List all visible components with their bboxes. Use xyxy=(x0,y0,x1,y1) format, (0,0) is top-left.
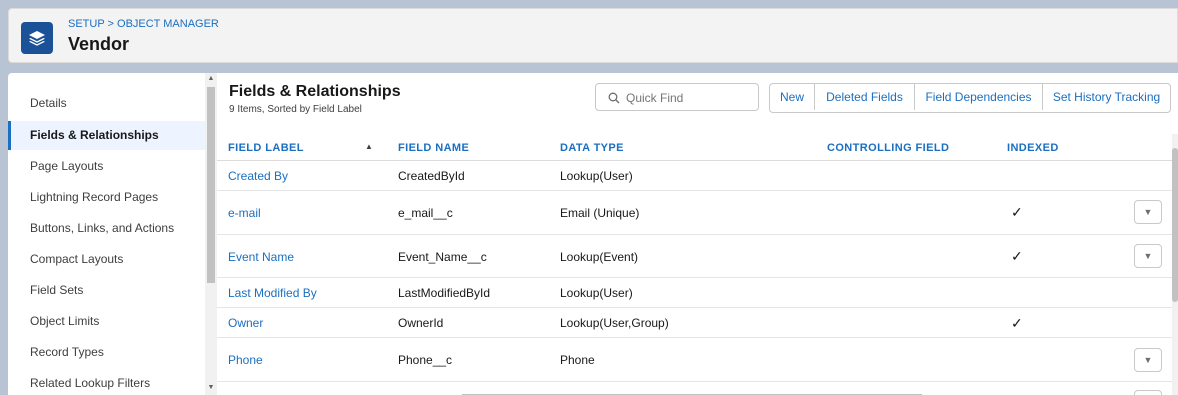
sort-ascending-icon[interactable]: ▲ xyxy=(365,142,373,151)
data-type: Lookup(User) xyxy=(560,286,633,300)
table-row: Phone Phone__c Phone ▼ xyxy=(217,338,1172,382)
breadcrumb[interactable]: SETUP > OBJECT MANAGER xyxy=(68,18,219,30)
data-type: Email (Unique) xyxy=(560,206,640,220)
stack-layers-icon xyxy=(21,22,53,54)
field-dependencies-button[interactable]: Field Dependencies xyxy=(914,84,1042,110)
field-label-link[interactable]: e-mail xyxy=(228,206,261,220)
sidebar-item-field-sets[interactable]: Field Sets xyxy=(8,276,205,305)
column-header-field-label[interactable]: FIELD LABEL xyxy=(228,142,304,154)
sidebar-item-lightning-record-pages[interactable]: Lightning Record Pages xyxy=(8,183,205,212)
table-scrollbar[interactable] xyxy=(1172,134,1178,395)
table-row: Event Name Event_Name__c Lookup(Event) ✓… xyxy=(217,235,1172,278)
row-actions-button[interactable]: ▼ xyxy=(1134,348,1162,372)
sidebar-scrollbar-thumb[interactable] xyxy=(207,87,215,283)
sidebar-item-buttons-links-actions[interactable]: Buttons, Links, and Actions xyxy=(8,214,205,243)
chevron-down-icon: ▼ xyxy=(1143,251,1153,261)
set-history-tracking-button[interactable]: Set History Tracking xyxy=(1042,84,1170,110)
field-name: CreatedById xyxy=(398,169,465,183)
table-row: Created By CreatedById Lookup(User) xyxy=(217,161,1172,191)
field-label-link[interactable]: Last Modified By xyxy=(228,286,317,300)
field-name: Event_Name__c xyxy=(398,250,487,264)
search-icon xyxy=(608,92,620,104)
toolbar-button-group: New Deleted Fields Field Dependencies Se… xyxy=(769,83,1171,113)
table-row: Owner OwnerId Lookup(User,Group) ✓ xyxy=(217,308,1172,338)
section-title: Fields & Relationships xyxy=(229,83,401,100)
deleted-fields-button[interactable]: Deleted Fields xyxy=(814,84,914,110)
column-header-data-type[interactable]: DATA TYPE xyxy=(560,142,624,154)
sidebar-item-page-layouts[interactable]: Page Layouts xyxy=(8,152,205,181)
row-actions-button[interactable] xyxy=(1134,390,1162,395)
chevron-down-icon: ▼ xyxy=(1143,207,1153,217)
data-type: Lookup(User,Group) xyxy=(560,316,669,330)
chevron-down-icon: ▼ xyxy=(1143,355,1153,365)
scroll-up-arrow-icon[interactable]: ▲ xyxy=(205,75,217,82)
page-title: Vendor xyxy=(68,34,130,54)
data-type: Phone xyxy=(560,353,595,367)
main-panel: Details Fields & Relationships Page Layo… xyxy=(8,73,1178,395)
sidebar-item-record-types[interactable]: Record Types xyxy=(8,338,205,367)
new-button[interactable]: New xyxy=(770,84,814,110)
sidebar-item-compact-layouts[interactable]: Compact Layouts xyxy=(8,245,205,274)
sidebar-scrollbar[interactable]: ▲ ▼ xyxy=(205,73,217,395)
object-header: SETUP > OBJECT MANAGER Vendor xyxy=(8,8,1178,63)
row-actions-button[interactable]: ▼ xyxy=(1134,244,1162,268)
row-actions-button[interactable]: ▼ xyxy=(1134,200,1162,224)
quick-find-input[interactable] xyxy=(624,88,756,108)
field-name: OwnerId xyxy=(398,316,444,330)
data-type: Lookup(Event) xyxy=(560,250,639,264)
field-name: LastModifiedById xyxy=(398,286,491,300)
sidebar: Details Fields & Relationships Page Layo… xyxy=(8,73,205,395)
table-row: Last Modified By LastModifiedById Lookup… xyxy=(217,278,1172,308)
field-label-link[interactable]: Created By xyxy=(228,169,288,183)
checkmark-icon: ✓ xyxy=(1011,315,1023,331)
field-label-link[interactable]: Owner xyxy=(228,316,263,330)
fields-content: Fields & Relationships 9 Items, Sorted b… xyxy=(217,73,1178,395)
table-row: e-mail e_mail__c Email (Unique) ✓ ▼ xyxy=(217,191,1172,235)
field-name: e_mail__c xyxy=(398,206,453,220)
data-type: Lookup(User) xyxy=(560,169,633,183)
table-scrollbar-thumb[interactable] xyxy=(1172,148,1178,302)
column-header-controlling-field[interactable]: CONTROLLING FIELD xyxy=(827,142,949,154)
field-name: Phone__c xyxy=(398,353,453,367)
section-subtitle: 9 Items, Sorted by Field Label xyxy=(229,104,362,115)
quick-find-box[interactable] xyxy=(595,83,759,111)
scroll-down-arrow-icon[interactable]: ▼ xyxy=(205,384,217,391)
column-header-indexed[interactable]: INDEXED xyxy=(1007,142,1059,154)
checkmark-icon: ✓ xyxy=(1011,248,1023,264)
field-label-link[interactable]: Phone xyxy=(228,353,263,367)
checkmark-icon: ✓ xyxy=(1011,204,1023,220)
sidebar-item-fields-relationships[interactable]: Fields & Relationships xyxy=(8,121,205,150)
sidebar-item-object-limits[interactable]: Object Limits xyxy=(8,307,205,336)
sidebar-item-related-lookup-filters[interactable]: Related Lookup Filters xyxy=(8,369,205,395)
column-header-field-name[interactable]: FIELD NAME xyxy=(398,142,469,154)
sidebar-item-details[interactable]: Details xyxy=(8,89,205,118)
table-header: FIELD LABEL ▲ FIELD NAME DATA TYPE CONTR… xyxy=(217,134,1172,161)
field-label-link[interactable]: Event Name xyxy=(228,250,294,264)
